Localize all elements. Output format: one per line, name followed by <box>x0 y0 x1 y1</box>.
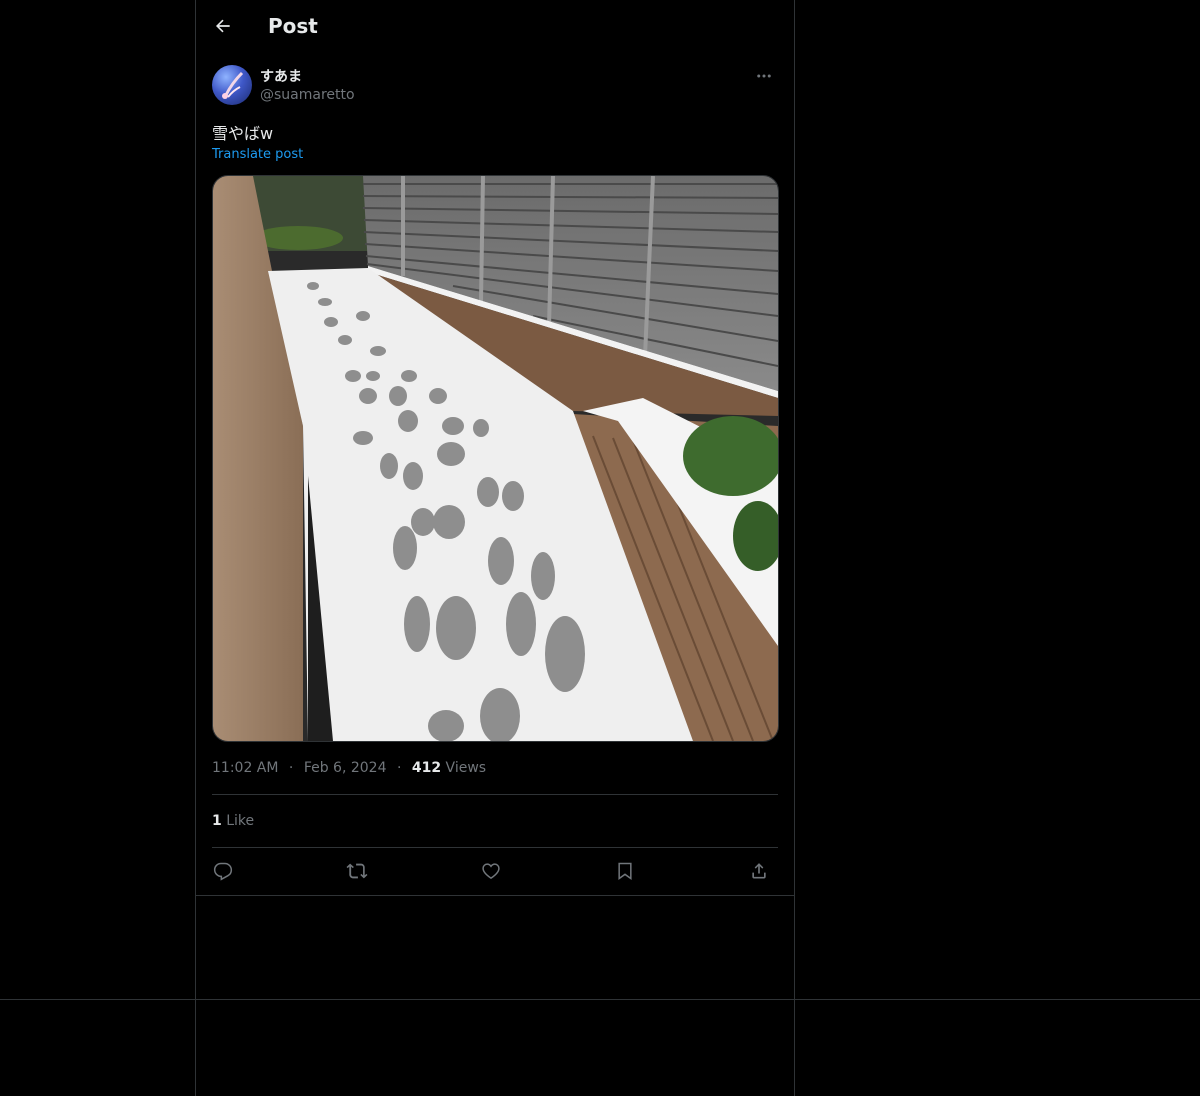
post-header: Post <box>196 0 794 53</box>
like-button[interactable] <box>476 857 506 885</box>
avatar[interactable] <box>212 65 252 105</box>
like-icon <box>482 863 500 879</box>
post-meta: 11:02 AM · Feb 6, 2024 · 412 Views <box>212 760 486 776</box>
repost-icon <box>346 863 368 879</box>
views-label: Views <box>445 760 487 776</box>
bookmark-button[interactable] <box>610 857 640 885</box>
likes-count: 1 <box>212 813 222 829</box>
action-bar <box>212 857 778 885</box>
post-author: すあま @suamaretto <box>212 64 778 108</box>
back-button[interactable] <box>208 11 238 41</box>
divider <box>212 794 778 795</box>
post-time[interactable]: 11:02 AM <box>212 760 278 776</box>
more-button[interactable] <box>750 64 778 88</box>
page-title: Post <box>268 14 318 38</box>
post-text: 雪やばw <box>212 124 274 143</box>
likes-link[interactable]: 1 Like <box>212 813 254 829</box>
divider <box>196 895 794 896</box>
primary-column: Post すあま @suamaretto 雪やばw Translate post <box>195 0 795 1096</box>
views-count: 412 <box>411 760 442 776</box>
reply-icon <box>213 862 233 881</box>
bookmark-icon <box>618 862 632 880</box>
snowy-footprints-photo <box>213 176 778 741</box>
post-date[interactable]: Feb 6, 2024 <box>304 760 387 776</box>
likes-label: Like <box>226 813 255 829</box>
post-image[interactable] <box>212 175 779 742</box>
display-name[interactable]: すあま <box>260 66 302 86</box>
reply-button[interactable] <box>208 857 238 885</box>
meta-separator: · <box>396 760 402 776</box>
divider <box>212 847 778 848</box>
share-button[interactable] <box>744 857 774 885</box>
user-handle[interactable]: @suamaretto <box>260 87 355 103</box>
repost-button[interactable] <box>342 857 372 885</box>
translate-post-link[interactable]: Translate post <box>212 147 303 162</box>
share-icon <box>752 863 766 879</box>
meta-separator: · <box>288 760 294 776</box>
back-arrow-icon <box>216 19 230 33</box>
more-icon <box>757 74 771 78</box>
